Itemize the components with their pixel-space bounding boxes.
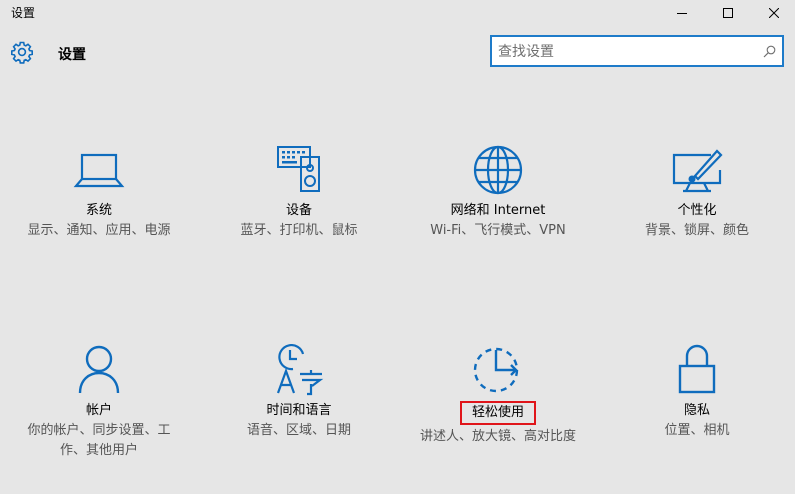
tile-system[interactable]: 系统 显示、通知、应用、电源 bbox=[9, 144, 189, 241]
search-icon[interactable] bbox=[763, 45, 776, 58]
window-title: 设置 bbox=[11, 6, 36, 20]
lock-icon bbox=[678, 344, 716, 394]
search-box[interactable] bbox=[490, 35, 784, 67]
close-button[interactable] bbox=[751, 0, 795, 25]
time-language-icon bbox=[276, 344, 324, 396]
minimize-icon bbox=[677, 12, 687, 14]
tile-description: Wi-Fi、飞行模式、VPN bbox=[430, 223, 566, 238]
tile-name: 网络和 Internet bbox=[450, 203, 546, 218]
tile-ease-of-access[interactable]: 轻松使用 讲述人、放大镜、高对比度 bbox=[408, 344, 588, 447]
minimize-button[interactable] bbox=[659, 0, 705, 25]
tile-description: 语音、区域、日期 bbox=[246, 423, 351, 438]
tile-name: 帐户 bbox=[85, 403, 112, 418]
tile-time-language[interactable]: 时间和语言 语音、区域、日期 bbox=[209, 344, 389, 441]
tile-name: 系统 bbox=[85, 203, 112, 218]
highlighted-tile-name: 轻松使用 bbox=[459, 401, 536, 425]
laptop-icon bbox=[73, 153, 125, 188]
tile-name: 时间和语言 bbox=[266, 403, 332, 418]
gear-icon bbox=[11, 41, 33, 64]
tile-description: 显示、通知、应用、电源 bbox=[27, 223, 171, 238]
tile-name: 个性化 bbox=[677, 203, 717, 218]
devices-icon bbox=[277, 146, 320, 192]
tile-network[interactable]: 网络和 Internet Wi-Fi、飞行模式、VPN bbox=[408, 144, 588, 241]
close-icon bbox=[769, 7, 779, 18]
ease-of-access-icon bbox=[473, 347, 519, 393]
search-input[interactable] bbox=[498, 42, 748, 62]
tile-description: 你的帐户、同步设置、工作、其他用户 bbox=[27, 423, 171, 458]
maximize-icon bbox=[723, 7, 733, 18]
tile-description: 讲述人、放大镜、高对比度 bbox=[419, 429, 576, 444]
header: 设置 bbox=[0, 34, 795, 74]
tile-description: 蓝牙、打印机、鼠标 bbox=[240, 223, 358, 238]
tile-name: 设备 bbox=[285, 203, 312, 218]
title-bar: 设置 bbox=[0, 0, 795, 25]
maximize-button[interactable] bbox=[705, 0, 751, 25]
personalization-icon bbox=[672, 149, 723, 193]
globe-icon bbox=[473, 145, 523, 195]
tile-name: 隐私 bbox=[683, 403, 710, 418]
person-icon bbox=[78, 345, 120, 394]
tile-devices[interactable]: 设备 蓝牙、打印机、鼠标 bbox=[209, 144, 389, 241]
tile-description: 位置、相机 bbox=[664, 423, 730, 438]
tile-privacy[interactable]: 隐私 位置、相机 bbox=[607, 344, 787, 441]
tile-accounts[interactable]: 帐户 你的帐户、同步设置、工作、其他用户 bbox=[9, 344, 189, 461]
page-title: 设置 bbox=[58, 47, 86, 63]
tile-description: 背景、锁屏、颜色 bbox=[644, 223, 749, 238]
tile-personalization[interactable]: 个性化 背景、锁屏、颜色 bbox=[607, 144, 787, 241]
